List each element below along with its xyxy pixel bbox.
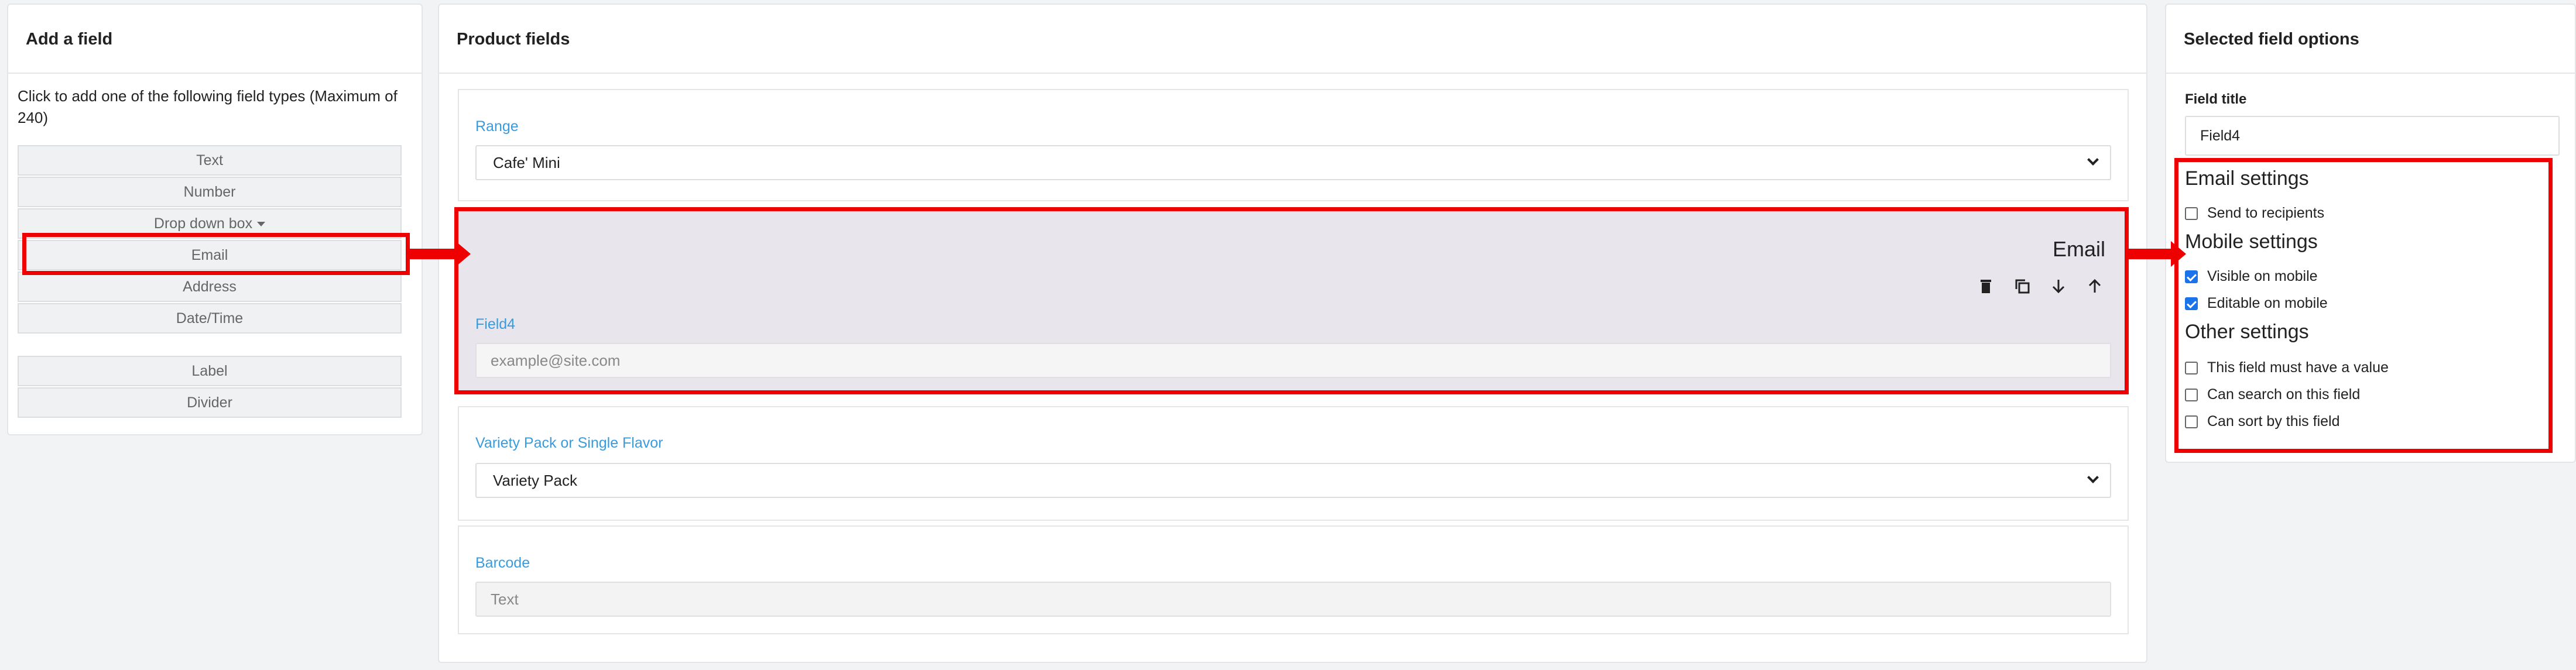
editable-on-mobile-label: Editable on mobile: [2207, 295, 2328, 311]
move-down-icon[interactable]: [2046, 273, 2071, 299]
arrow-to-card: [410, 249, 457, 259]
send-to-recipients-option[interactable]: Send to recipients: [2185, 205, 2324, 222]
product-fields-title: Product fields: [439, 5, 2146, 74]
arrow-to-options: [2129, 249, 2172, 259]
can-search-checkbox[interactable]: [2185, 388, 2198, 401]
field-type-dropdown[interactable]: Drop down box: [18, 208, 402, 239]
move-up-icon[interactable]: [2082, 273, 2108, 299]
field-options-title: Selected field options: [2166, 5, 2575, 74]
field-type-email[interactable]: Email: [18, 240, 402, 270]
field-type-heading: Email: [2052, 237, 2105, 261]
range-select[interactable]: Cafe' Mini: [475, 145, 2111, 180]
send-to-recipients-label: Send to recipients: [2207, 205, 2325, 221]
caret-down-icon: [257, 222, 266, 227]
add-field-intro: Click to add one of the following field …: [18, 87, 398, 126]
email-field-label: Field4: [475, 316, 516, 332]
must-have-value-checkbox[interactable]: [2185, 361, 2198, 374]
editable-on-mobile-option[interactable]: Editable on mobile: [2185, 295, 2328, 312]
field-title-input[interactable]: Field4: [2185, 116, 2560, 156]
editable-on-mobile-checkbox[interactable]: [2185, 297, 2198, 310]
mobile-settings-heading: Mobile settings: [2185, 231, 2318, 253]
delete-icon[interactable]: [1973, 273, 1999, 299]
can-search-label: Can search on this field: [2207, 386, 2361, 403]
field-type-label[interactable]: Label: [18, 356, 402, 386]
field-type-address[interactable]: Address: [18, 272, 402, 302]
can-search-option[interactable]: Can search on this field: [2185, 386, 2360, 403]
field-type-text[interactable]: Text: [18, 145, 402, 176]
visible-on-mobile-option[interactable]: Visible on mobile: [2185, 268, 2318, 285]
other-settings-heading: Other settings: [2185, 321, 2309, 343]
chevron-down-icon: [2087, 154, 2099, 166]
copy-icon[interactable]: [2009, 273, 2035, 299]
field-title-label: Field title: [2185, 91, 2247, 107]
can-sort-label: Can sort by this field: [2207, 413, 2340, 430]
visible-on-mobile-label: Visible on mobile: [2207, 268, 2318, 284]
barcode-field-card[interactable]: [458, 525, 2129, 634]
variety-select[interactable]: Variety Pack: [475, 463, 2111, 498]
field-type-number[interactable]: Number: [18, 177, 402, 207]
field-type-datetime[interactable]: Date/Time: [18, 303, 402, 334]
add-field-title: Add a field: [8, 5, 422, 74]
variety-select-value: Variety Pack: [493, 472, 578, 489]
barcode-input[interactable]: Text: [475, 582, 2111, 617]
field-type-divider[interactable]: Divider: [18, 387, 402, 418]
can-sort-option[interactable]: Can sort by this field: [2185, 413, 2340, 430]
variety-field-label: Variety Pack or Single Flavor: [475, 435, 663, 451]
barcode-field-label: Barcode: [475, 555, 530, 571]
must-have-value-option[interactable]: This field must have a value: [2185, 359, 2389, 376]
can-sort-checkbox[interactable]: [2185, 415, 2198, 428]
visible-on-mobile-checkbox[interactable]: [2185, 270, 2198, 283]
field-type-dropdown-label: Drop down box: [153, 215, 253, 232]
email-settings-heading: Email settings: [2185, 167, 2309, 190]
arrow-to-options-head: [2171, 241, 2186, 267]
email-input[interactable]: example@site.com: [475, 343, 2111, 378]
arrow-to-card-head: [455, 241, 471, 267]
must-have-value-label: This field must have a value: [2207, 359, 2389, 376]
range-select-value: Cafe' Mini: [493, 154, 560, 171]
chevron-down-icon: [2087, 472, 2099, 483]
send-to-recipients-checkbox[interactable]: [2185, 207, 2198, 220]
range-field-label: Range: [475, 118, 519, 135]
